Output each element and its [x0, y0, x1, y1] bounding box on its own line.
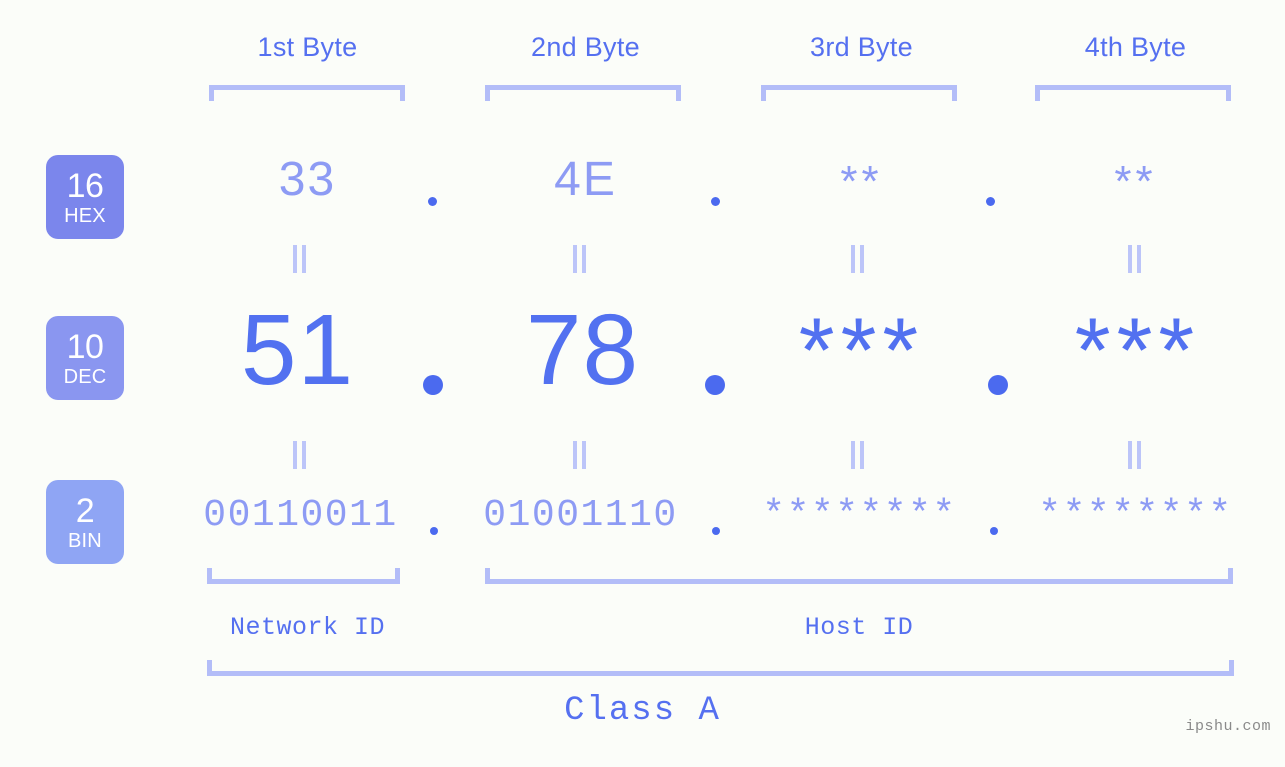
base-badge-bin: 2 BIN [46, 480, 124, 564]
dec-separator-dot-2 [705, 375, 725, 395]
base-badge-hex-number: 16 [66, 166, 104, 205]
byte-header-2: 2nd Byte [468, 32, 703, 63]
byte-header-3: 3rd Byte [744, 32, 979, 63]
dec-byte-3-value: *** [798, 300, 925, 402]
class-label-text: Class A [564, 692, 721, 730]
bin-byte-1-value: 00110011 [203, 494, 398, 537]
host-id-bracket [485, 568, 1233, 584]
network-id-bracket [207, 568, 400, 584]
byte-bracket-1 [209, 85, 405, 101]
base-badge-dec: 10 DEC [46, 316, 124, 400]
network-id-label: Network ID [190, 613, 425, 642]
hex-byte-3-value: ** [840, 157, 883, 206]
bin-byte-3-value: ******** [762, 494, 957, 537]
host-id-label: Host ID [485, 613, 1233, 642]
dec-byte-1-value: 51 [240, 294, 355, 406]
class-label: Class A [0, 692, 1285, 730]
equals-icon-dec-bin-2 [572, 441, 588, 469]
byte-header-1-label: 1st Byte [257, 32, 358, 62]
base-badge-dec-number: 10 [66, 327, 104, 366]
equals-icon-dec-bin-1 [292, 441, 308, 469]
host-id-label-text: Host ID [804, 613, 914, 642]
hex-byte-1-value: 33 [278, 153, 337, 206]
byte-bracket-3 [761, 85, 957, 101]
equals-icon-hex-dec-4 [1127, 245, 1143, 273]
byte-bracket-4 [1035, 85, 1231, 101]
equals-icon-hex-dec-2 [572, 245, 588, 273]
base-badge-bin-name: BIN [68, 529, 102, 552]
dec-separator-dot-1 [423, 375, 443, 395]
site-watermark: ipshu.com [1185, 718, 1271, 735]
network-id-label-text: Network ID [229, 613, 386, 642]
dec-separator-dot-3 [988, 375, 1008, 395]
bin-separator-dot-2 [712, 527, 720, 535]
hex-separator-dot-2 [711, 197, 720, 206]
byte-header-3-label: 3rd Byte [810, 32, 913, 62]
equals-icon-hex-dec-3 [850, 245, 866, 273]
equals-icon-dec-bin-3 [850, 441, 866, 469]
ip-address-breakdown-diagram: 1st Byte 2nd Byte 3rd Byte 4th Byte 16 H… [0, 0, 1285, 767]
dec-byte-2-value: 78 [525, 294, 640, 406]
base-badge-bin-number: 2 [75, 491, 95, 530]
hex-separator-dot-1 [428, 197, 437, 206]
hex-byte-4-value: ** [1114, 157, 1157, 206]
byte-header-2-label: 2nd Byte [531, 32, 640, 62]
bin-separator-dot-1 [430, 527, 438, 535]
byte-bracket-2 [485, 85, 681, 101]
base-badge-dec-name: DEC [63, 365, 107, 388]
byte-header-4: 4th Byte [1018, 32, 1253, 63]
bin-separator-dot-3 [990, 527, 998, 535]
bin-byte-4-value: ******** [1038, 494, 1233, 537]
equals-icon-hex-dec-1 [292, 245, 308, 273]
equals-icon-dec-bin-4 [1127, 441, 1143, 469]
hex-byte-2-value: 4E [554, 153, 617, 206]
hex-separator-dot-3 [986, 197, 995, 206]
byte-header-4-label: 4th Byte [1084, 32, 1187, 62]
base-badge-hex-name: HEX [64, 204, 106, 227]
dec-byte-4-value: *** [1074, 300, 1201, 402]
byte-header-1: 1st Byte [190, 32, 425, 63]
site-watermark-text: ipshu.com [1185, 718, 1271, 735]
bin-byte-2-value: 01001110 [483, 494, 678, 537]
base-badge-hex: 16 HEX [46, 155, 124, 239]
class-bracket [207, 660, 1234, 676]
